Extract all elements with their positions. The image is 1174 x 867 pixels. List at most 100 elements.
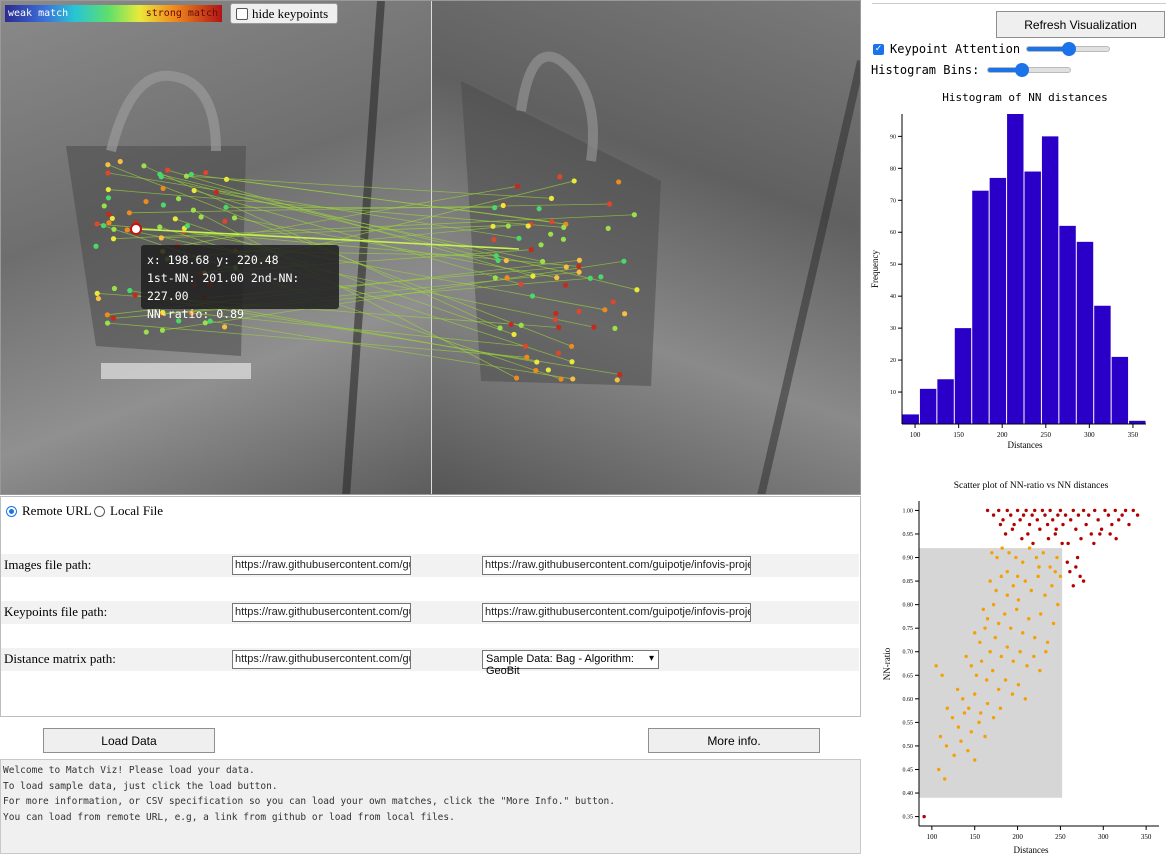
distance-matrix-path-label: Distance matrix path: (4, 651, 116, 666)
scatter-point-strong (1117, 518, 1121, 522)
keypoints-path-input-1[interactable]: https://raw.githubusercontent.com/guipot… (232, 603, 411, 622)
scatter-point-strong (1103, 508, 1107, 513)
scatter-point-weak (977, 720, 981, 725)
scatter-point-weak (997, 621, 1001, 626)
keypoint-left (143, 329, 149, 335)
scatter-point-weak (1023, 697, 1027, 701)
scatter-point-weak (1053, 569, 1057, 574)
more-info-button[interactable]: More info. (648, 728, 820, 753)
keypoint-right (511, 331, 517, 338)
keypoint-right (514, 183, 521, 189)
scatter-point-strong (1093, 508, 1097, 513)
scatter-point-weak (1011, 659, 1015, 663)
keypoint-right (555, 350, 562, 356)
histogram-bins-label: Histogram Bins: (871, 63, 980, 77)
keypoint-left (203, 170, 209, 176)
x-tick-label: 200 (997, 431, 1008, 439)
scatter-point-strong (1058, 508, 1063, 513)
histogram-bins-slider-thumb[interactable] (1014, 63, 1029, 77)
scatter-point-strong (1131, 508, 1135, 513)
radio-remote-url[interactable]: Remote URL (6, 503, 92, 519)
x-tick-label: 350 (1141, 833, 1152, 841)
keypoint-right (497, 325, 503, 331)
scatter-point-weak (1003, 678, 1008, 682)
hide-keypoints-toggle[interactable]: hide keypoints (230, 3, 338, 24)
keypoint-left (110, 315, 117, 321)
x-tick-label: 100 (910, 431, 921, 439)
scatter-point-weak (974, 673, 979, 677)
keypoint-right (605, 225, 611, 231)
y-tick-label: 0.50 (903, 744, 914, 750)
scatter-point-weak (985, 701, 990, 706)
images-path-input-2[interactable]: https://raw.githubusercontent.com/guipot… (482, 556, 751, 575)
remote-url-radio[interactable] (6, 505, 17, 517)
keypoint-attention-slider[interactable] (1026, 42, 1111, 56)
keypoint-right (602, 307, 608, 313)
scatter-point-weak (944, 744, 949, 748)
scatter-chart[interactable]: Scatter plot of NN-ratio vs NN distances… (866, 474, 1166, 864)
colorbar-strong-label: strong match (145, 8, 218, 19)
scatter-point-weak (978, 640, 982, 645)
y-tick-label: 0.85 (903, 579, 914, 585)
x-axis-label: Distances (1014, 845, 1049, 855)
keypoint-overlay[interactable] (1, 1, 861, 495)
x-tick-label: 250 (1055, 833, 1066, 841)
scatter-point-weak (1036, 574, 1040, 579)
scatter-point-strong (1089, 532, 1093, 536)
y-tick-label: 90 (890, 134, 896, 140)
scatter-point-weak (1029, 588, 1033, 593)
log-line: You can load from remote URL, e.g, a lin… (3, 811, 455, 823)
scatter-point-strong (1063, 513, 1068, 517)
keypoint-right (560, 236, 567, 242)
scatter-point-weak (988, 650, 992, 654)
scatter-point-strong (997, 508, 1001, 513)
sample-data-select[interactable]: Sample Data: Bag - Algorithm: GeoBit ▾ (482, 650, 659, 677)
hide-keypoints-label: hide keypoints (252, 5, 329, 21)
keypoint-left (106, 211, 112, 218)
scatter-point-weak (1011, 584, 1015, 588)
scatter-point-weak (950, 715, 955, 720)
match-viewer[interactable]: weak match strong match hide keypoints x… (0, 0, 861, 495)
images-path-input-1[interactable]: https://raw.githubusercontent.com/guipot… (232, 556, 411, 575)
scatter-point-weak (1039, 612, 1043, 616)
keypoint-right (492, 275, 498, 281)
scatter-point-weak (940, 673, 944, 677)
keypoint-left (184, 223, 191, 229)
remote-url-label: Remote URL (22, 503, 92, 518)
scatter-point-strong (1069, 518, 1073, 522)
images-path-label: Images file path: (4, 557, 92, 572)
histogram-bar (1094, 305, 1111, 424)
scatter-point-strong (1079, 536, 1083, 541)
histogram-bar (1111, 356, 1129, 424)
scatter-point-weak (1058, 574, 1063, 579)
local-file-radio[interactable] (94, 505, 105, 517)
radio-local-file[interactable]: Local File (94, 503, 163, 519)
keypoints-path-input-2[interactable]: https://raw.githubusercontent.com/guipot… (482, 603, 751, 622)
scatter-point-strong (1071, 508, 1075, 513)
refresh-visualization-button[interactable]: Refresh Visualization (996, 11, 1165, 38)
y-axis-label: Frequency (870, 250, 880, 288)
scatter-point-strong (1071, 584, 1075, 588)
keypoint-right (576, 263, 582, 270)
keypoint-left (221, 324, 228, 330)
scatter-point-strong (1038, 527, 1042, 531)
log-line: For more information, or CSV specificati… (3, 796, 615, 807)
scatter-point-weak (1056, 602, 1060, 607)
load-data-button[interactable]: Load Data (43, 728, 215, 753)
scatter-point-strong (1015, 508, 1020, 513)
distance-matrix-path-input[interactable]: https://raw.githubusercontent.com/guipot… (232, 650, 411, 669)
keypoint-left (160, 202, 167, 208)
histogram-bins-slider[interactable] (987, 63, 1072, 77)
scatter-point-weak (999, 574, 1003, 579)
keypoint-attention-checkbox[interactable]: ✓ (873, 43, 884, 55)
histogram-bar (972, 190, 989, 424)
scatter-point-weak (983, 626, 987, 630)
keypoint-right (557, 174, 563, 180)
hide-keypoints-checkbox[interactable] (236, 7, 248, 20)
keypoint-attention-slider-thumb[interactable] (1062, 42, 1077, 56)
message-log: Welcome to Match Viz! Please load your d… (0, 759, 861, 854)
keypoint-right (556, 324, 562, 331)
scatter-point-strong (1035, 518, 1039, 522)
scatter-point-weak (973, 758, 977, 762)
keypoint-right (612, 325, 618, 331)
